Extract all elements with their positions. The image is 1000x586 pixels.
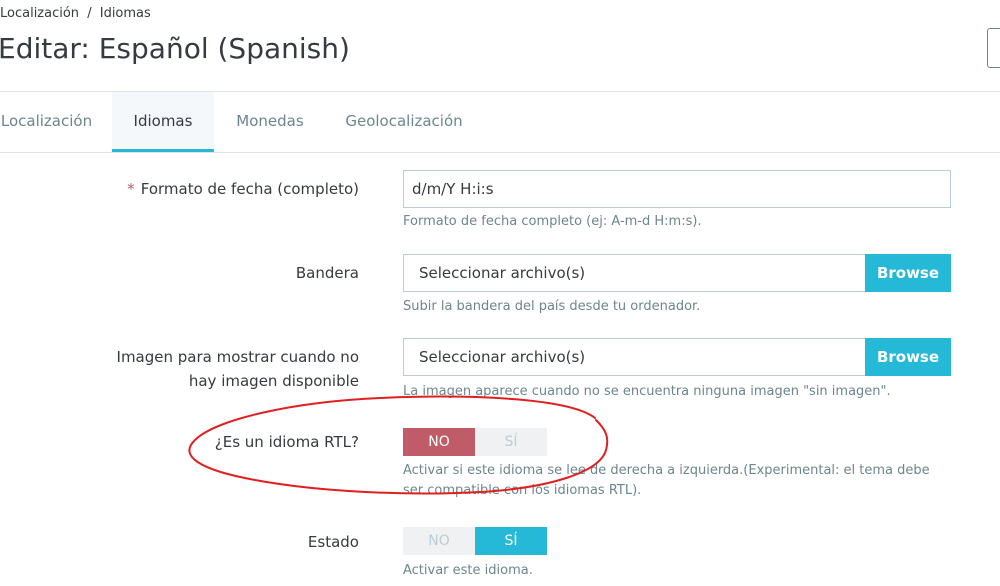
no-image-label-line1: Imagen para mostrar cuando no	[116, 348, 359, 366]
date-format-label: * Formato de fecha (completo)	[127, 177, 359, 201]
status-switch-si[interactable]: SÍ	[475, 527, 547, 555]
date-format-help: Formato de fecha completo (ej: A-m-d H:m…	[403, 214, 702, 229]
date-format-input[interactable]	[403, 170, 951, 208]
flag-file-group: Seleccionar archivo(s) Browse	[403, 254, 951, 292]
date-format-label-text: Formato de fecha (completo)	[140, 180, 359, 198]
breadcrumb-separator: /	[87, 6, 92, 21]
breadcrumb-item-idiomas[interactable]: Idiomas	[100, 6, 151, 21]
header-toolbar-button[interactable]	[987, 28, 1000, 68]
flag-file-input[interactable]: Seleccionar archivo(s)	[403, 254, 866, 292]
rtl-help: Activar si este idioma se lee de derecha…	[403, 463, 930, 498]
no-image-help: La imagen aparece cuando no se encuentra…	[403, 384, 891, 399]
no-image-label: Imagen para mostrar cuando no hay imagen…	[117, 345, 359, 393]
no-image-file-group: Seleccionar archivo(s) Browse	[403, 338, 951, 376]
breadcrumb: Localización / Idiomas	[0, 6, 151, 21]
breadcrumb-item-localizacion[interactable]: Localización	[0, 6, 79, 21]
tab-localizacion[interactable]: Localización	[0, 92, 93, 152]
flag-label: Bandera	[295, 264, 359, 282]
rtl-label: ¿Es un idioma RTL?	[214, 433, 359, 451]
tabs-divider	[0, 152, 1000, 153]
status-help: Activar este idioma.	[403, 563, 533, 578]
rtl-switch-si[interactable]: SÍ	[475, 428, 547, 456]
rtl-switch-no[interactable]: NO	[403, 428, 475, 456]
no-image-label-line2: hay imagen disponible	[188, 372, 359, 390]
status-label: Estado	[307, 533, 359, 551]
required-mark: *	[127, 180, 135, 198]
no-image-file-input[interactable]: Seleccionar archivo(s)	[403, 338, 866, 376]
rtl-switch[interactable]: NO SÍ	[403, 428, 547, 456]
no-image-browse-button[interactable]: Browse	[865, 338, 951, 376]
tab-monedas[interactable]: Monedas	[228, 92, 312, 152]
flag-browse-button[interactable]: Browse	[865, 254, 951, 292]
flag-help: Subir la bandera del país desde tu orden…	[403, 299, 701, 314]
tab-geolocalizacion[interactable]: Geolocalización	[338, 92, 470, 152]
tab-idiomas[interactable]: Idiomas	[112, 92, 214, 152]
status-switch-no[interactable]: NO	[403, 527, 475, 555]
status-switch[interactable]: NO SÍ	[403, 527, 547, 555]
page-title: Editar: Español (Spanish)	[0, 32, 350, 65]
